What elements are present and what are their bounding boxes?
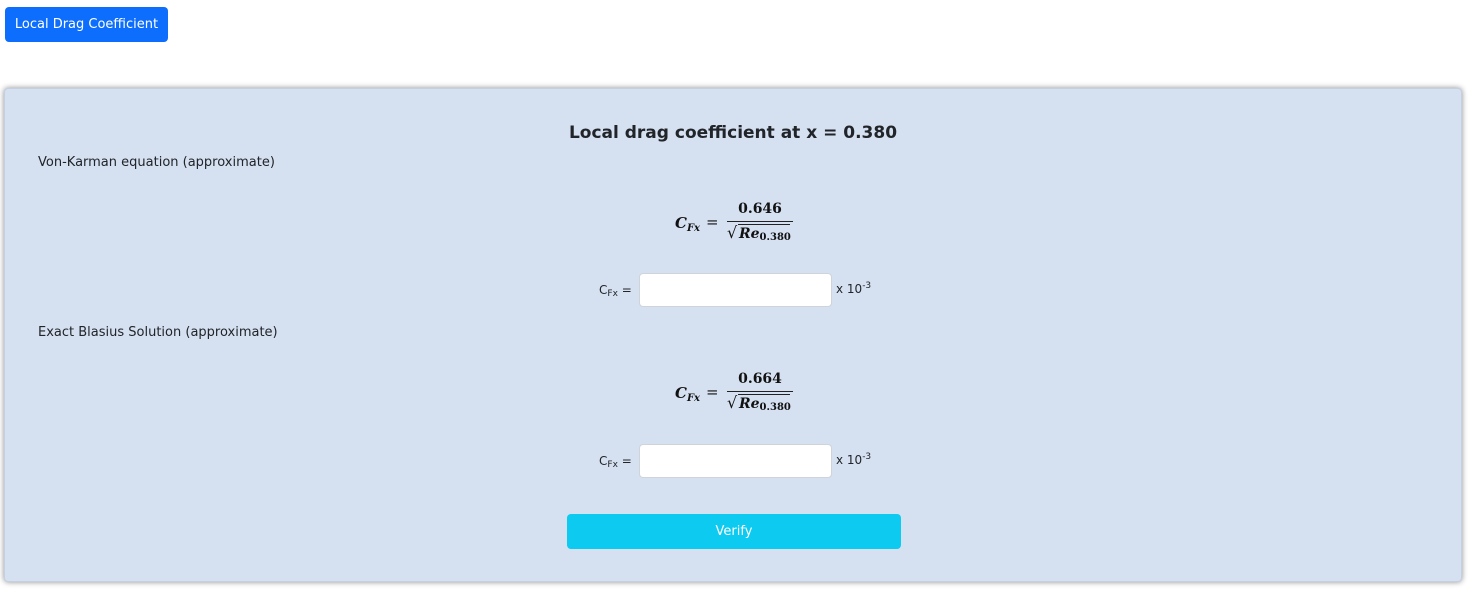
verify-button[interactable]: Verify <box>567 514 901 549</box>
unit-label: x 10-3 <box>836 452 872 467</box>
formula-numerator: 0.664 <box>738 371 782 387</box>
formula-denominator: √ Re0.380 <box>727 392 793 414</box>
local-drag-coefficient-button[interactable]: Local Drag Coefficient <box>5 7 168 42</box>
cfx-label: CFx = <box>599 283 632 299</box>
blasius-label: Exact Blasius Solution (approximate) <box>38 325 278 340</box>
von-karman-label: Von-Karman equation (approximate) <box>38 155 275 170</box>
formula-fraction: 0.664 √ Re0.380 <box>727 370 793 414</box>
von-karman-formula: CFx = 0.646 √ Re0.380 <box>675 200 793 250</box>
radical-overline <box>738 224 790 225</box>
unit-label: x 10-3 <box>836 281 872 296</box>
formula-equals: = <box>706 383 719 401</box>
cfx-label: CFx = <box>599 454 632 470</box>
formula-equals: = <box>706 213 719 231</box>
drag-coefficient-panel: Local drag coefficient at x = 0.380 Von-… <box>4 88 1462 582</box>
square-root-icon: √ <box>727 393 738 412</box>
radical-overline <box>738 394 790 395</box>
panel-title: Local drag coefficient at x = 0.380 <box>568 123 898 143</box>
formula-fraction: 0.646 √ Re0.380 <box>727 200 793 244</box>
formula-denominator: √ Re0.380 <box>727 222 793 244</box>
von-karman-cfx-input[interactable] <box>639 273 832 307</box>
blasius-cfx-input[interactable] <box>639 444 832 478</box>
formula-lhs: CFx <box>675 384 701 404</box>
formula-lhs: CFx <box>675 214 701 234</box>
square-root-icon: √ <box>727 223 738 242</box>
formula-numerator: 0.646 <box>738 201 782 217</box>
reynolds-number: Re0.380 <box>739 226 791 243</box>
blasius-formula: CFx = 0.664 √ Re0.380 <box>675 370 793 420</box>
reynolds-number: Re0.380 <box>739 396 791 413</box>
